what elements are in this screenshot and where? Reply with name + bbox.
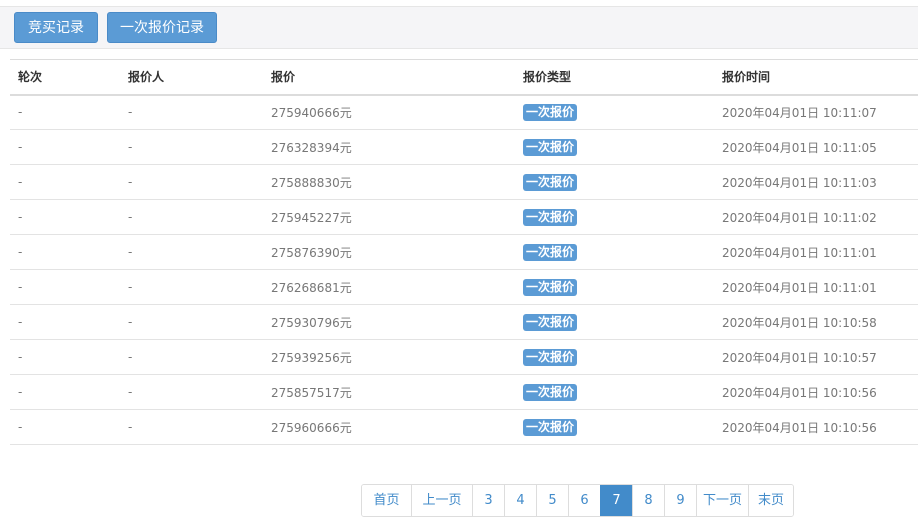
cell-time: 2020年04月01日 10:11:02 — [714, 199, 918, 235]
page-4-button[interactable]: 4 — [504, 485, 536, 516]
header-price: 报价 — [263, 59, 515, 96]
quote-type-badge: 一次报价 — [523, 278, 578, 296]
page-last-button[interactable]: 末页 — [748, 485, 793, 516]
cell-round: - — [10, 269, 120, 305]
cell-round: - — [10, 199, 120, 235]
page-6-button[interactable]: 6 — [568, 485, 600, 516]
cell-type: 一次报价 — [515, 234, 714, 270]
cell-time: 2020年04月01日 10:11:05 — [714, 129, 918, 165]
cell-price: 275940666元 — [263, 94, 515, 130]
quote-type-badge: 一次报价 — [523, 418, 578, 436]
cell-price: 275857517元 — [263, 374, 515, 410]
quote-type-badge: 一次报价 — [523, 313, 578, 331]
cell-bidder: - — [120, 269, 263, 305]
cell-round: - — [10, 339, 120, 375]
quote-type-badge: 一次报价 — [523, 243, 578, 261]
cell-bidder: - — [120, 304, 263, 340]
table-row: - -275876390元 一次报价 2020年04月01日 10:11:01 — [10, 234, 918, 270]
cell-time: 2020年04月01日 10:10:57 — [714, 339, 918, 375]
cell-bidder: - — [120, 374, 263, 410]
cell-time: 2020年04月01日 10:10:56 — [714, 374, 918, 410]
cell-round: - — [10, 234, 120, 270]
table-row: - -276268681元 一次报价 2020年04月01日 10:11:01 — [10, 269, 918, 305]
table-row: - -275857517元 一次报价 2020年04月01日 10:10:56 — [10, 374, 918, 410]
cell-price: 275876390元 — [263, 234, 515, 270]
cell-bidder: - — [120, 339, 263, 375]
quote-type-badge: 一次报价 — [523, 103, 578, 121]
cell-type: 一次报价 — [515, 199, 714, 235]
page-3-button[interactable]: 3 — [472, 485, 504, 516]
cell-type: 一次报价 — [515, 304, 714, 340]
cell-type: 一次报价 — [515, 374, 714, 410]
cell-round: - — [10, 164, 120, 200]
cell-round: - — [10, 409, 120, 445]
table-row: - -275945227元 一次报价 2020年04月01日 10:11:02 — [10, 199, 918, 235]
cell-time: 2020年04月01日 10:11:03 — [714, 164, 918, 200]
page-first-button[interactable]: 首页 — [362, 485, 411, 516]
header-type: 报价类型 — [515, 59, 714, 96]
cell-bidder: - — [120, 94, 263, 130]
cell-price: 275888830元 — [263, 164, 515, 200]
cell-time: 2020年04月01日 10:11:01 — [714, 269, 918, 305]
pagination: 首页 上一页 3 4 5 6 7 8 9 下一页 末页 — [361, 484, 794, 517]
tab-one-time-quote-records[interactable]: 一次报价记录 — [107, 12, 217, 43]
header-bidder: 报价人 — [120, 59, 263, 96]
cell-type: 一次报价 — [515, 164, 714, 200]
cell-type: 一次报价 — [515, 269, 714, 305]
page-prev-button[interactable]: 上一页 — [411, 485, 472, 516]
cell-round: - — [10, 304, 120, 340]
quote-type-badge: 一次报价 — [523, 173, 578, 191]
table-row: - -276328394元 一次报价 2020年04月01日 10:11:05 — [10, 129, 918, 165]
cell-time: 2020年04月01日 10:11:07 — [714, 94, 918, 130]
cell-bidder: - — [120, 409, 263, 445]
cell-time: 2020年04月01日 10:10:56 — [714, 409, 918, 445]
table-row: - -275939256元 一次报价 2020年04月01日 10:10:57 — [10, 339, 918, 375]
cell-round: - — [10, 94, 120, 130]
table-row: - -275888830元 一次报价 2020年04月01日 10:11:03 — [10, 164, 918, 200]
page-next-button[interactable]: 下一页 — [696, 485, 748, 516]
tab-bar: 竞买记录 一次报价记录 — [0, 6, 918, 49]
cell-bidder: - — [120, 234, 263, 270]
table-header-row: 轮次 报价人 报价 报价类型 报价时间 — [10, 59, 918, 96]
cell-price: 275930796元 — [263, 304, 515, 340]
cell-time: 2020年04月01日 10:11:01 — [714, 234, 918, 270]
page-9-button[interactable]: 9 — [664, 485, 696, 516]
quote-type-badge: 一次报价 — [523, 383, 578, 401]
page-5-button[interactable]: 5 — [536, 485, 568, 516]
cell-time: 2020年04月01日 10:10:58 — [714, 304, 918, 340]
cell-type: 一次报价 — [515, 339, 714, 375]
table-row: - -275930796元 一次报价 2020年04月01日 10:10:58 — [10, 304, 918, 340]
cell-bidder: - — [120, 164, 263, 200]
cell-price: 276328394元 — [263, 129, 515, 165]
cell-price: 275960666元 — [263, 409, 515, 445]
table-row: - -275940666元 一次报价 2020年04月01日 10:11:07 — [10, 94, 918, 130]
header-time: 报价时间 — [714, 59, 918, 96]
page-8-button[interactable]: 8 — [632, 485, 664, 516]
quote-type-badge: 一次报价 — [523, 348, 578, 366]
cell-bidder: - — [120, 129, 263, 165]
cell-type: 一次报价 — [515, 94, 714, 130]
header-round: 轮次 — [10, 59, 120, 96]
cell-price: 275939256元 — [263, 339, 515, 375]
cell-price: 275945227元 — [263, 199, 515, 235]
table-body: - -275940666元 一次报价 2020年04月01日 10:11:07- -27… — [10, 94, 918, 445]
page-7-button[interactable]: 7 — [600, 485, 632, 516]
cell-type: 一次报价 — [515, 129, 714, 165]
cell-round: - — [10, 374, 120, 410]
quote-records-table: 轮次 报价人 报价 报价类型 报价时间 - -275940666元 一次报价 2020… — [10, 59, 918, 445]
cell-type: 一次报价 — [515, 409, 714, 445]
quote-type-badge: 一次报价 — [523, 138, 578, 156]
quote-type-badge: 一次报价 — [523, 208, 578, 226]
tab-bid-records[interactable]: 竞买记录 — [14, 12, 98, 43]
table-row: - -275960666元 一次报价 2020年04月01日 10:10:56 — [10, 409, 918, 445]
cell-bidder: - — [120, 199, 263, 235]
cell-price: 276268681元 — [263, 269, 515, 305]
cell-round: - — [10, 129, 120, 165]
